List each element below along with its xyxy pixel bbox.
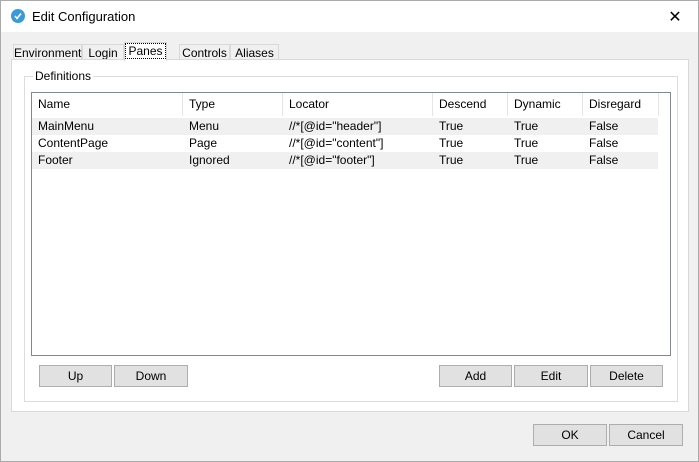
cell-type: Page (189, 136, 218, 150)
cell-dynamic: True (514, 136, 539, 150)
up-button[interactable]: Up (39, 365, 112, 387)
cell-name: ContentPage (38, 136, 109, 150)
tab-login[interactable]: Login (82, 44, 124, 60)
close-icon[interactable]: ✕ (652, 1, 698, 32)
cell-descend: True (439, 153, 464, 167)
list-header: Name Type Locator Descend Dynamic Disreg… (32, 93, 670, 116)
cancel-button[interactable]: Cancel (609, 424, 683, 446)
tab-controls[interactable]: Controls (179, 44, 230, 60)
column-header-dynamic[interactable]: Dynamic (508, 93, 583, 116)
panes-tab-panel: Definitions Name Type Locator Descend Dy… (11, 59, 689, 412)
definitions-label: Definitions (33, 69, 94, 83)
cell-disregard: False (589, 119, 619, 133)
column-header-descend[interactable]: Descend (433, 93, 508, 116)
delete-button[interactable]: Delete (590, 365, 663, 387)
window-title: Edit Configuration (32, 9, 136, 24)
cell-descend: True (439, 136, 464, 150)
cell-dynamic: True (514, 153, 539, 167)
tab-aliases[interactable]: Aliases (230, 44, 279, 60)
cell-type: Menu (189, 119, 220, 133)
edit-configuration-window: Edit Configuration ✕ Environment Login C… (0, 0, 699, 462)
cell-locator: //*[@id="header"] (289, 119, 382, 133)
cell-disregard: False (589, 136, 619, 150)
cell-locator: //*[@id="content"] (289, 136, 384, 150)
tab-environment[interactable]: Environment (13, 44, 82, 60)
cell-disregard: False (589, 153, 619, 167)
edit-button[interactable]: Edit (514, 365, 588, 387)
cell-dynamic: True (514, 119, 539, 133)
tab-panes[interactable]: Panes (124, 42, 167, 61)
add-button[interactable]: Add (439, 365, 512, 387)
cell-type: Ignored (189, 153, 230, 167)
cell-name: MainMenu (38, 119, 95, 133)
column-header-name[interactable]: Name (32, 93, 183, 116)
cell-descend: True (439, 119, 464, 133)
app-check-icon (11, 9, 25, 23)
table-row[interactable]: MainMenu Menu //*[@id="header"] True Tru… (32, 118, 658, 135)
table-row[interactable]: Footer Ignored //*[@id="footer"] True Tr… (32, 152, 658, 169)
column-header-type[interactable]: Type (183, 93, 283, 116)
title-bar: Edit Configuration ✕ (1, 1, 698, 32)
column-header-locator[interactable]: Locator (283, 93, 433, 116)
cell-locator: //*[@id="footer"] (289, 153, 375, 167)
ok-button[interactable]: OK (533, 424, 607, 446)
definitions-list[interactable]: Name Type Locator Descend Dynamic Disreg… (31, 92, 671, 356)
column-header-disregard[interactable]: Disregard (583, 93, 659, 116)
table-row[interactable]: ContentPage Page //*[@id="content"] True… (32, 135, 658, 152)
down-button[interactable]: Down (114, 365, 188, 387)
cell-name: Footer (38, 153, 73, 167)
